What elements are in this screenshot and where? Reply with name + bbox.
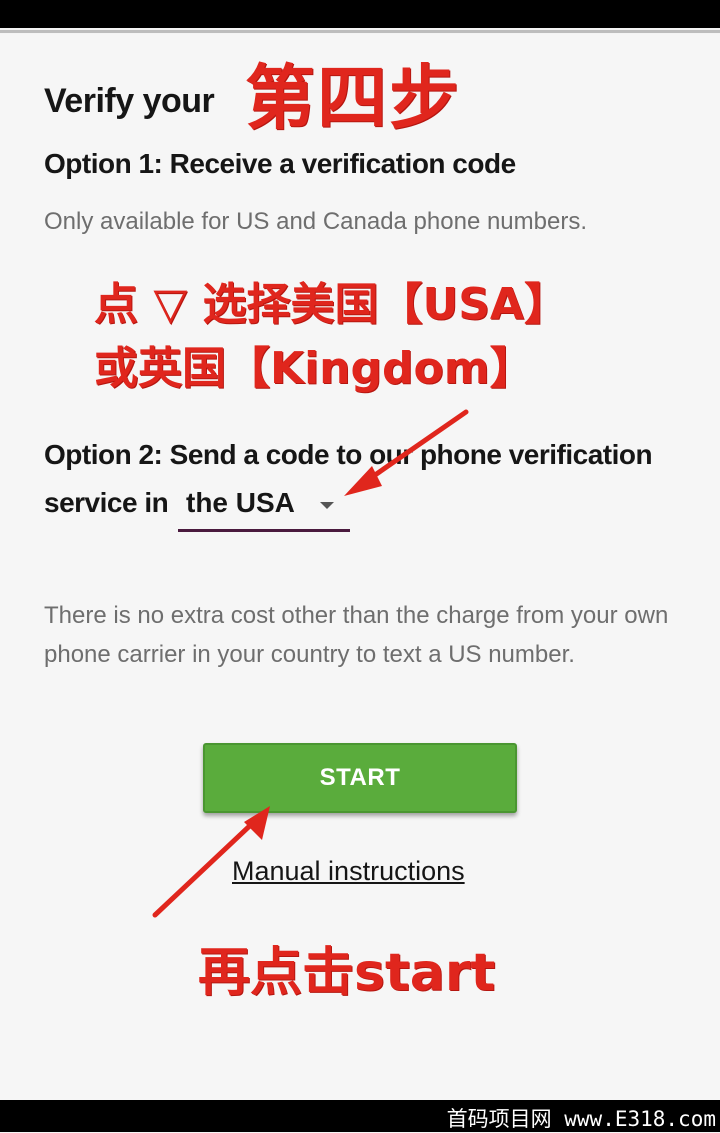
page-title: Verify your bbox=[44, 82, 215, 120]
watermark: 首码项目网 www.E318.com bbox=[446, 1107, 716, 1131]
top-black-bar bbox=[0, 0, 720, 28]
start-button[interactable]: START bbox=[203, 743, 517, 813]
option1-description: Only available for US and Canada phone n… bbox=[44, 208, 587, 235]
country-select-value: the USA bbox=[186, 487, 295, 518]
top-divider bbox=[0, 30, 720, 33]
click-start-annotation: 再点击start bbox=[198, 943, 496, 1003]
instruction-annotation-line2: 或英国【Kingdom】 bbox=[94, 343, 534, 394]
manual-instructions-link[interactable]: Manual instructions bbox=[232, 856, 465, 887]
option2-heading-prefix: service in bbox=[44, 487, 169, 518]
option2-heading: Option 2: Send a code to our phone verif… bbox=[44, 439, 653, 470]
option1-heading: Option 1: Receive a verification code bbox=[44, 148, 516, 179]
dropdown-triangle-icon[interactable] bbox=[320, 502, 334, 509]
country-select[interactable]: the USA bbox=[178, 480, 350, 532]
step-annotation: 第四步 bbox=[245, 57, 461, 139]
instruction-annotation-line1: 点 ▽ 选择美国【USA】 bbox=[94, 279, 568, 330]
option2-description: There is no extra cost other than the ch… bbox=[44, 602, 669, 668]
